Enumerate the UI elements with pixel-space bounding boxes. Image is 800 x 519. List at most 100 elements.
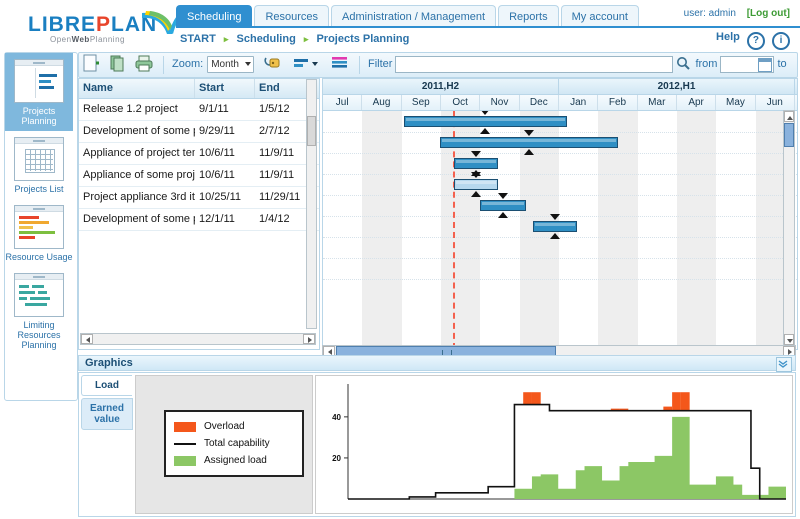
- overload-bar: [531, 392, 541, 405]
- tasks-grid-header: Name Start End: [79, 79, 319, 99]
- chart-legend: Overload Total capability Assigned load: [164, 410, 304, 477]
- filter-label: Filter: [367, 58, 393, 70]
- gantt-chart: 2011,H2 2012,H1 Jul Aug Sep Oct Nov Dec Jan Feb M…: [322, 78, 798, 350]
- grid-hscroll-left-arrow[interactable]: [81, 334, 93, 344]
- breadcrumb: START ▸ Scheduling ▸ Projects Planning: [180, 33, 409, 45]
- gantt-progress-marker-up-icon[interactable]: [524, 149, 535, 155]
- filter-input[interactable]: [395, 56, 674, 73]
- gantt-deadline-marker-down-icon[interactable]: [471, 172, 481, 178]
- gantt-progress-marker-up-icon[interactable]: [550, 233, 561, 239]
- grid-horizontal-scrollbar[interactable]: [80, 333, 316, 345]
- sidebar-item-limiting-resources-planning[interactable]: Limiting Resources Planning: [5, 267, 73, 355]
- grid-vertical-scrollbar[interactable]: [306, 79, 317, 329]
- cell-start: 10/6/11: [199, 169, 235, 181]
- graphics-tab-earned-value[interactable]: Earned value: [81, 398, 133, 430]
- table-row[interactable]: Project appliance 3rd iteration10/25/111…: [79, 187, 319, 209]
- libreplan-app-window: LIBREPLAN OpenWebPlanning Scheduling Reso…: [0, 0, 800, 519]
- zoom-select-value: Month: [211, 59, 239, 70]
- gantt-deadline-marker-down-icon[interactable]: [550, 214, 561, 220]
- cell-name: Appliance of some project 2nd: [83, 169, 195, 181]
- expand-all-icon[interactable]: [330, 54, 352, 74]
- copy-icon[interactable]: [108, 54, 130, 74]
- table-row[interactable]: Release 1.2 project 9/1/11 1/5/12: [79, 99, 319, 121]
- gantt-deadline-marker-down-icon[interactable]: [524, 130, 535, 136]
- table-row[interactable]: Appliance of project template10/6/1111/9…: [79, 143, 319, 165]
- tab-my-account[interactable]: My account: [560, 5, 639, 28]
- gantt-task-bar[interactable]: [403, 116, 567, 127]
- gantt-task-bar[interactable]: [480, 200, 526, 211]
- overload-bar: [680, 392, 690, 411]
- graphics-tab-list[interactable]: Load Earned value: [81, 375, 133, 432]
- gantt-deadline-marker-down-icon[interactable]: [498, 193, 509, 199]
- toolbar-divider: [358, 56, 360, 74]
- column-header-name[interactable]: Name: [79, 79, 195, 98]
- gantt-row-divider: [323, 174, 797, 175]
- gantt-vscroll-thumb[interactable]: [784, 123, 794, 147]
- cell-start: 9/1/11: [199, 103, 229, 115]
- gantt-half-year-header: 2011,H2 2012,H1: [323, 79, 797, 95]
- gantt-row-divider: [323, 279, 797, 280]
- tab-scheduling[interactable]: Scheduling: [176, 5, 253, 28]
- grid-vscroll-thumb[interactable]: [307, 116, 316, 146]
- sidebar-item-projects-planning[interactable]: Projects Planning: [5, 53, 73, 131]
- tab-resources[interactable]: Resources: [254, 5, 330, 28]
- gantt-task-bar[interactable]: [440, 137, 618, 148]
- load-chart: 20 40: [315, 375, 793, 514]
- gantt-month-label: Nov: [480, 95, 520, 110]
- legend-label: Overload: [204, 421, 245, 432]
- graphics-panel: Graphics Load Earned value Overload Total …: [78, 355, 796, 517]
- current-user-label: user: admin: [683, 8, 736, 19]
- grid-hscroll-right-arrow[interactable]: [303, 334, 315, 344]
- chevron-double-down-icon[interactable]: [776, 357, 792, 372]
- gantt-task-bar[interactable]: [453, 179, 499, 190]
- libreplan-logo[interactable]: LIBREPLAN OpenWebPlanning: [12, 6, 183, 46]
- table-row[interactable]: Appliance of some project 2nd10/6/1111/9…: [79, 165, 319, 187]
- gantt-vscroll-down-arrow[interactable]: [784, 334, 794, 345]
- sidebar-item-label: Projects List: [14, 184, 64, 194]
- tag-icon[interactable]: [262, 54, 284, 74]
- gantt-progress-marker-up-icon[interactable]: [498, 212, 509, 218]
- tab-administration-management[interactable]: Administration / Management: [331, 5, 497, 28]
- breadcrumb-item-projects-planning[interactable]: Projects Planning: [316, 33, 409, 45]
- gantt-body[interactable]: [323, 111, 797, 349]
- info-icon[interactable]: i: [772, 32, 790, 50]
- graphics-tab-load[interactable]: Load: [81, 375, 132, 396]
- gantt-vscroll-up-arrow[interactable]: [784, 111, 794, 122]
- gantt-half-label: 2012,H1: [559, 79, 795, 94]
- sidebar-item-resource-usage[interactable]: Resource Usage: [5, 199, 73, 267]
- assigned-load-area: [348, 416, 786, 499]
- critical-path-icon[interactable]: [293, 54, 321, 74]
- gantt-deadline-marker-down-icon[interactable]: [480, 111, 491, 115]
- main-tab-bar[interactable]: Scheduling Resources Administration / Mana…: [176, 5, 641, 28]
- legend-item: Total capability: [174, 435, 294, 452]
- from-label: from: [695, 58, 718, 70]
- column-header-start[interactable]: Start: [195, 79, 255, 98]
- sidebar-item-projects-list[interactable]: Projects List: [5, 131, 73, 199]
- cell-name: Release 1.2 project: [83, 103, 178, 115]
- gantt-row-divider: [323, 258, 797, 259]
- table-row[interactable]: Development of some project12/1/111/4/12: [79, 209, 319, 231]
- gantt-progress-marker-up-icon[interactable]: [471, 191, 481, 197]
- breadcrumb-item-start[interactable]: START: [180, 33, 216, 45]
- table-row[interactable]: Development of some project9/29/112/7/12: [79, 121, 319, 143]
- cell-start: 10/25/11: [199, 191, 242, 203]
- legend-label: Assigned load: [204, 455, 267, 466]
- resource-usage-icon: [14, 205, 64, 249]
- planning-toolbar: Zoom: Month Filter from to: [78, 52, 798, 95]
- tab-reports[interactable]: Reports: [498, 5, 559, 28]
- zoom-select[interactable]: Month: [207, 56, 254, 73]
- gantt-task-bar[interactable]: [453, 158, 499, 169]
- new-document-icon[interactable]: [82, 54, 104, 74]
- gantt-deadline-marker-down-icon[interactable]: [471, 151, 481, 157]
- logout-link[interactable]: [Log out]: [747, 8, 790, 19]
- calendar-icon[interactable]: [758, 58, 773, 72]
- gantt-task-bar[interactable]: [533, 221, 577, 232]
- from-date-input[interactable]: [720, 56, 775, 73]
- gantt-vertical-scrollbar[interactable]: [783, 110, 795, 346]
- gantt-progress-marker-up-icon[interactable]: [480, 128, 491, 134]
- question-mark-icon[interactable]: ?: [746, 32, 765, 50]
- print-icon[interactable]: [134, 54, 156, 74]
- user-box: user: admin [Log out]: [684, 8, 790, 19]
- magnifier-icon[interactable]: [675, 54, 691, 74]
- breadcrumb-item-scheduling[interactable]: Scheduling: [237, 33, 296, 45]
